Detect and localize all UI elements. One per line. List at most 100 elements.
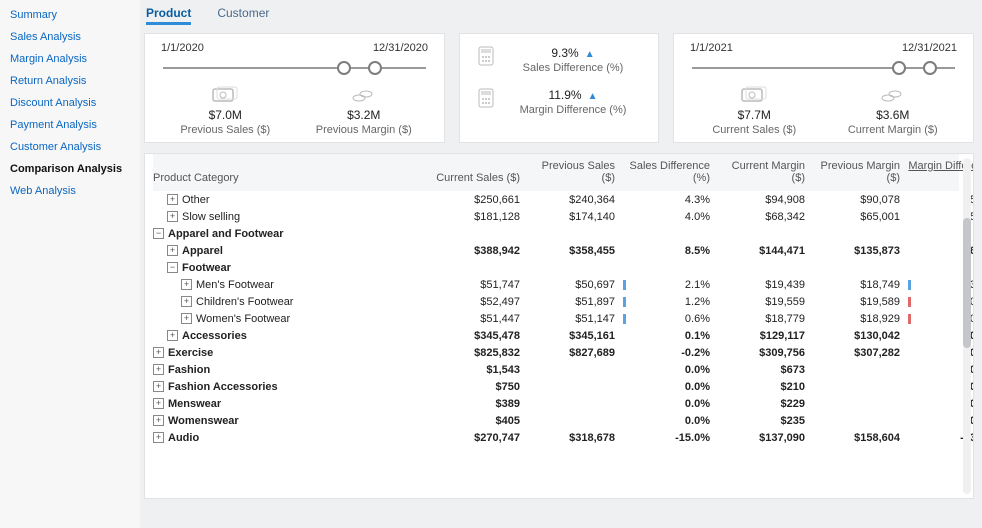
table-row[interactable]: +Womenswear$4050.0%$2350.0% — [153, 412, 959, 429]
vertical-scrollbar[interactable] — [963, 158, 971, 494]
prev-sales-kpi: $7.0M Previous Sales ($) — [159, 84, 292, 136]
row-label: Apparel — [182, 245, 223, 257]
up-arrow-icon: ▲ — [585, 49, 595, 60]
sidebar-item-comparison-analysis[interactable]: Comparison Analysis — [0, 158, 140, 180]
cell: $18,779 — [718, 313, 813, 325]
table-row[interactable]: −Footwear — [153, 259, 959, 276]
col-header-current-sales[interactable]: Current Sales ($) — [433, 172, 528, 184]
table-row[interactable]: +Exercise$825,832$827,689-0.2%$309,756$3… — [153, 344, 959, 361]
curr-end-date: 12/31/2021 — [902, 42, 957, 54]
sidebar-item-customer-analysis[interactable]: Customer Analysis — [0, 136, 140, 158]
cell: $389 — [433, 398, 528, 410]
curr-range-slider[interactable] — [692, 54, 955, 82]
cell: 8.5% — [623, 245, 718, 257]
expand-icon[interactable]: + — [153, 381, 164, 392]
tab-product[interactable]: Product — [146, 4, 191, 25]
sidebar-item-sales-analysis[interactable]: Sales Analysis — [0, 26, 140, 48]
cell: $18,929 — [813, 313, 908, 325]
sales-diff-value: 9.3% — [551, 46, 578, 60]
expand-icon[interactable]: + — [153, 347, 164, 358]
previous-period-card: 1/1/2020 12/31/2020 $7.0M Previous Sales… — [144, 33, 445, 143]
table-row[interactable]: +Men's Footwear$51,747$50,6972.1%$19,439… — [153, 276, 959, 293]
expand-icon[interactable]: + — [167, 211, 178, 222]
cell: $345,478 — [433, 330, 528, 342]
sidebar-item-web-analysis[interactable]: Web Analysis — [0, 180, 140, 202]
cell: $229 — [718, 398, 813, 410]
collapse-icon[interactable]: − — [167, 262, 178, 273]
row-label: Apparel and Footwear — [168, 228, 284, 240]
sidebar-item-summary[interactable]: Summary — [0, 4, 140, 26]
cell: $65,001 — [813, 211, 908, 223]
row-label: Men's Footwear — [196, 279, 274, 291]
expand-icon[interactable]: + — [167, 245, 178, 256]
table-row[interactable]: +Other$250,661$240,3644.3%$94,908$90,078… — [153, 191, 959, 208]
sidebar-item-return-analysis[interactable]: Return Analysis — [0, 70, 140, 92]
expand-icon[interactable]: + — [153, 364, 164, 375]
prev-range-slider[interactable] — [163, 54, 426, 82]
scrollbar-thumb[interactable] — [963, 218, 971, 348]
expand-icon[interactable]: + — [153, 398, 164, 409]
expand-icon[interactable]: + — [181, 296, 192, 307]
cell: $129,117 — [718, 330, 813, 342]
prev-end-date: 12/31/2020 — [373, 42, 428, 54]
cell: $144,471 — [718, 245, 813, 257]
sidebar-item-payment-analysis[interactable]: Payment Analysis — [0, 114, 140, 136]
cell: $318,678 — [528, 432, 623, 444]
table-row[interactable]: +Slow selling$181,128$174,1404.0%$68,342… — [153, 208, 959, 225]
table-row[interactable]: +Accessories$345,478$345,1610.1%$129,117… — [153, 327, 959, 344]
cell: -15.0% — [623, 432, 718, 444]
slider-knob[interactable] — [337, 61, 351, 75]
table-row[interactable]: +Audio$270,747$318,678-15.0%$137,090$158… — [153, 429, 959, 446]
curr-start-date: 1/1/2021 — [690, 42, 733, 54]
sidebar-item-discount-analysis[interactable]: Discount Analysis — [0, 92, 140, 114]
cell: -0.2% — [623, 347, 718, 359]
col-header-sales-diff[interactable]: Sales Difference (%) — [623, 160, 718, 184]
expand-icon[interactable]: + — [181, 279, 192, 290]
slider-knob[interactable] — [368, 61, 382, 75]
expand-icon[interactable]: + — [153, 415, 164, 426]
slider-knob[interactable] — [923, 61, 937, 75]
cell: 0.0% — [623, 381, 718, 393]
cell: 2.1% — [623, 279, 718, 291]
prev-sales-label: Previous Sales ($) — [159, 124, 292, 136]
col-header-previous-sales[interactable]: Previous Sales ($) — [528, 160, 623, 184]
curr-margin-label: Current Margin ($) — [827, 124, 960, 136]
cell: $51,747 — [433, 279, 528, 291]
cell: 1.2% — [623, 296, 718, 308]
mini-bar — [623, 314, 626, 324]
mini-bar — [908, 314, 911, 324]
col-header-category[interactable]: Product Category — [153, 172, 433, 184]
current-period-card: 1/1/2021 12/31/2021 $7.7M Current Sales … — [673, 33, 974, 143]
sidebar-item-margin-analysis[interactable]: Margin Analysis — [0, 48, 140, 70]
row-label: Children's Footwear — [196, 296, 293, 308]
cell: $240,364 — [528, 194, 623, 206]
cell: $345,161 — [528, 330, 623, 342]
cell: $51,147 — [528, 313, 623, 325]
collapse-icon[interactable]: − — [153, 228, 164, 239]
kpi-cards: 1/1/2020 12/31/2020 $7.0M Previous Sales… — [144, 33, 974, 143]
tab-customer[interactable]: Customer — [217, 4, 269, 25]
slider-knob[interactable] — [892, 61, 906, 75]
money-icon — [159, 84, 292, 106]
expand-icon[interactable]: + — [167, 330, 178, 341]
table-row[interactable]: +Children's Footwear$52,497$51,8971.2%$1… — [153, 293, 959, 310]
expand-icon[interactable]: + — [153, 432, 164, 443]
cell: $51,447 — [433, 313, 528, 325]
cell: $307,282 — [813, 347, 908, 359]
table-row[interactable]: +Apparel$388,942$358,4558.5%$144,471$135… — [153, 242, 959, 259]
table-row[interactable]: +Women's Footwear$51,447$51,1470.6%$18,7… — [153, 310, 959, 327]
expand-icon[interactable]: + — [181, 313, 192, 324]
table-row[interactable]: +Fashion Accessories$7500.0%$2100.0% — [153, 378, 959, 395]
table-row[interactable]: −Apparel and Footwear — [153, 225, 959, 242]
cell: 0.1% — [623, 330, 718, 342]
prev-start-date: 1/1/2020 — [161, 42, 204, 54]
coins-icon — [298, 84, 431, 106]
cell: $90,078 — [813, 194, 908, 206]
prev-sales-value: $7.0M — [159, 108, 292, 122]
col-header-current-margin[interactable]: Current Margin ($) — [718, 160, 813, 184]
mini-bar — [623, 297, 626, 307]
table-row[interactable]: +Fashion$1,5430.0%$6730.0% — [153, 361, 959, 378]
table-row[interactable]: +Menswear$3890.0%$2290.0% — [153, 395, 959, 412]
expand-icon[interactable]: + — [167, 194, 178, 205]
col-header-previous-margin[interactable]: Previous Margin ($) — [813, 160, 908, 184]
